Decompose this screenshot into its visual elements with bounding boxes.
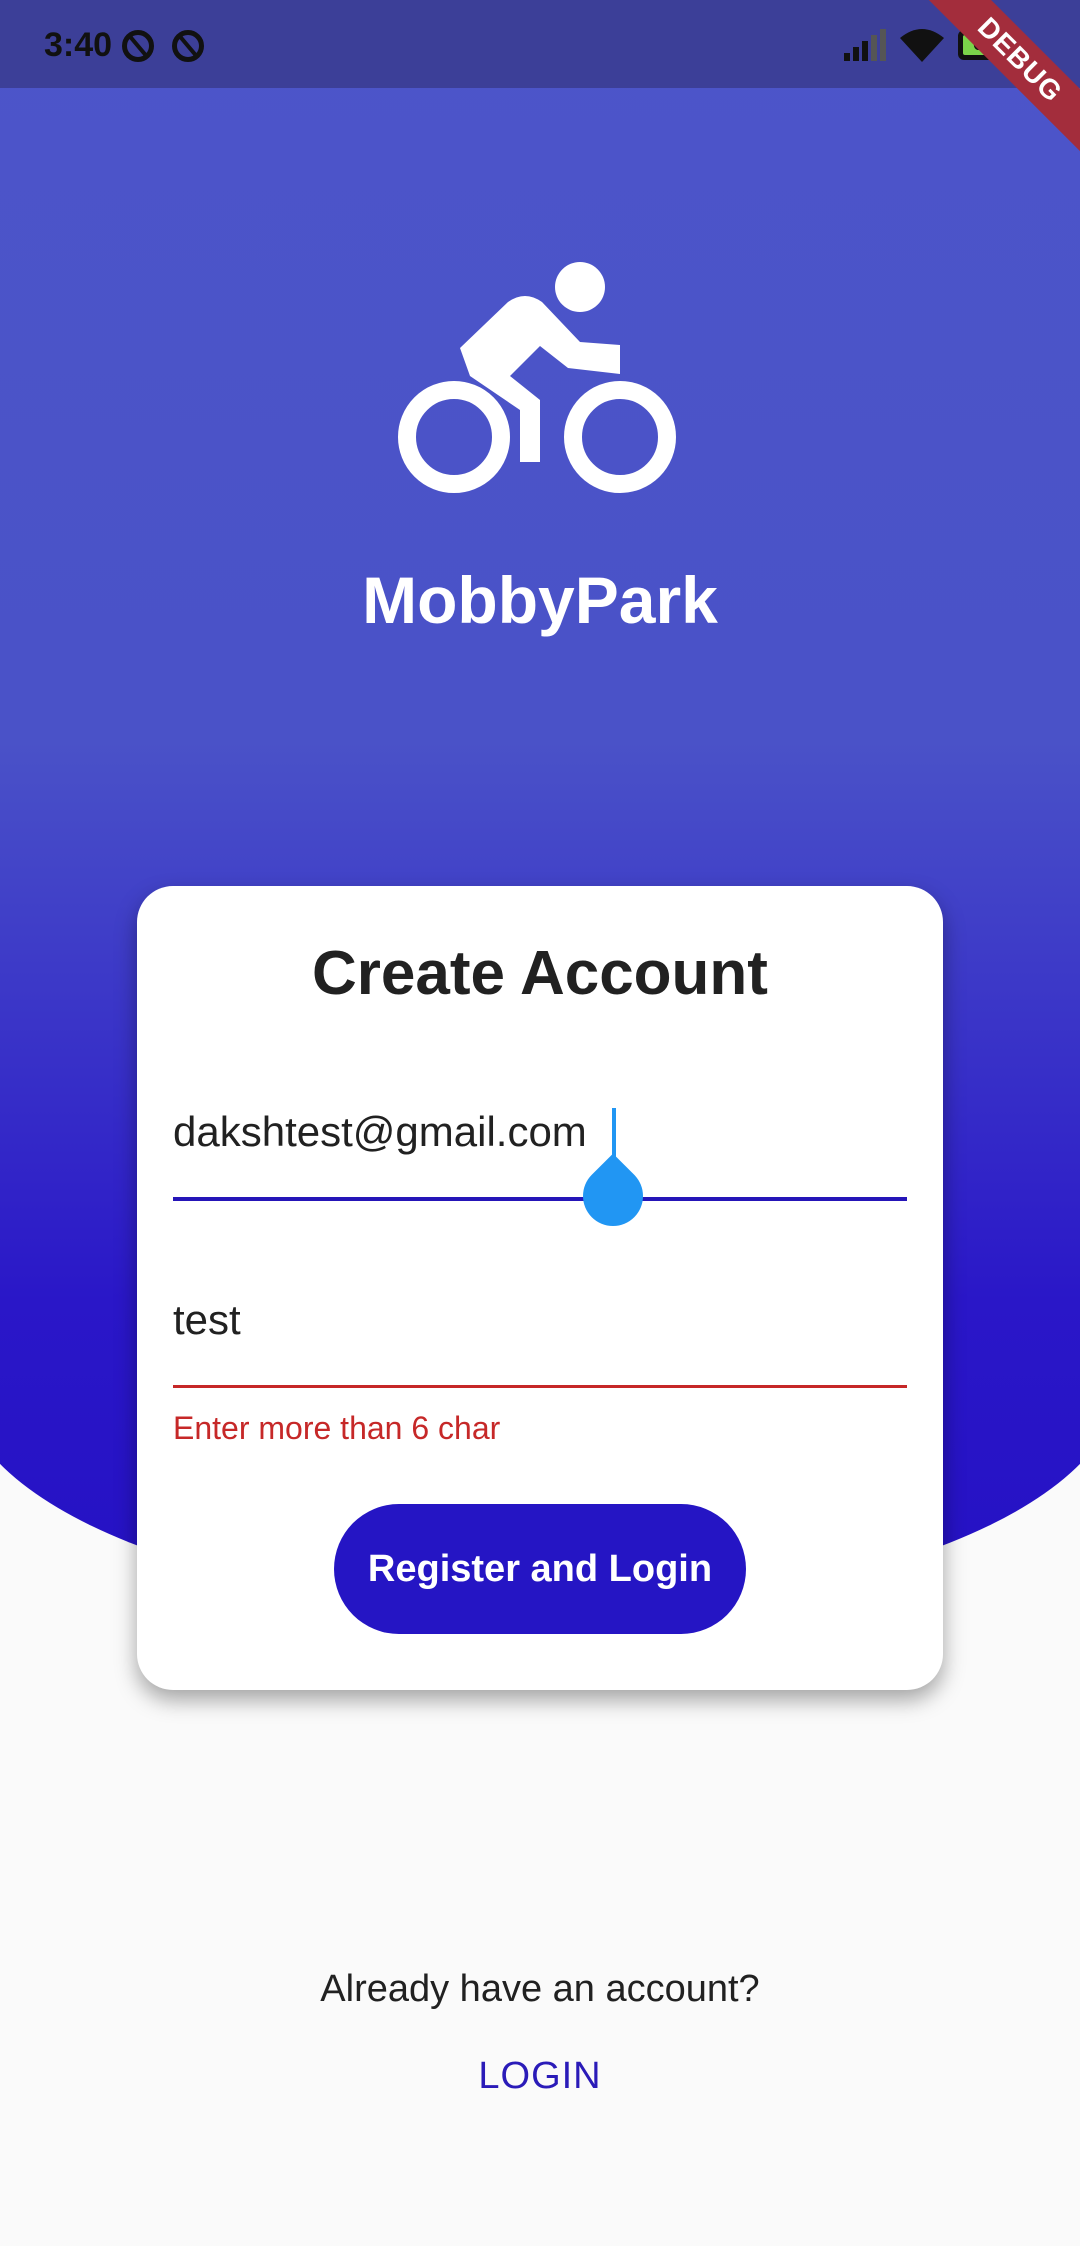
status-time: 3:40	[44, 26, 113, 64]
wifi-icon	[900, 29, 944, 62]
password-field[interactable]: test	[173, 1296, 907, 1406]
cursor-handle[interactable]	[570, 1153, 656, 1239]
email-underline	[173, 1197, 907, 1201]
register-and-login-button[interactable]: Register and Login	[334, 1504, 746, 1634]
login-link[interactable]: LOGIN	[0, 2055, 1080, 2098]
create-account-card: Create Account dakshtest@gmail.com test …	[137, 886, 943, 1690]
signal-icon	[844, 29, 886, 61]
sync-icon	[122, 30, 154, 62]
email-field[interactable]: dakshtest@gmail.com	[173, 1108, 907, 1239]
status-bar: 3:40 65	[0, 0, 1080, 88]
password-value: test	[173, 1296, 241, 1343]
already-have-account-text: Already have an account?	[320, 1968, 760, 2010]
email-value: dakshtest@gmail.com	[173, 1108, 587, 1155]
app-title: MobbyPark	[362, 563, 718, 637]
card-title: Create Account	[312, 939, 768, 1008]
sync-icon	[172, 30, 204, 62]
bike-icon	[390, 250, 690, 510]
password-error: Enter more than 6 char	[173, 1410, 501, 1446]
password-underline	[173, 1385, 907, 1388]
